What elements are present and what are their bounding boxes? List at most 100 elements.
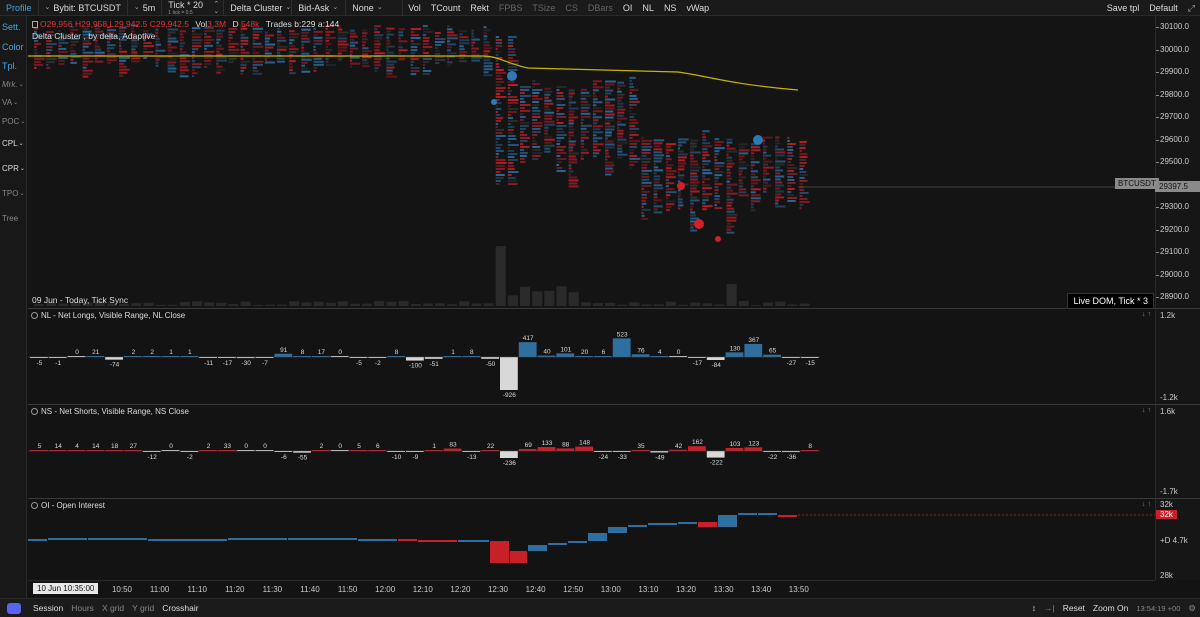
session-toggle[interactable]: Session (29, 603, 67, 613)
sidebar-item-tree[interactable]: Tree (2, 214, 18, 223)
time-tick-label: 12:40 (525, 585, 546, 594)
cluster-cell (605, 134, 612, 137)
toggle-ns[interactable]: NS (659, 0, 682, 16)
cluster-cell (179, 39, 184, 42)
price-axis[interactable]: 30100.0 30000.0 29900.0 29800.0 29700.0 29600… (1155, 16, 1200, 308)
cluster-cell (410, 31, 415, 34)
legend-toggle-icon[interactable] (32, 21, 38, 28)
cluster-cell (398, 58, 405, 61)
sidebar-item-settings[interactable]: Sett. (2, 22, 21, 32)
net-longs-pane[interactable]: -5 -1 0 21 -74 2 2 1 1 -11 -17 -30 -7 91 8 17 0 -5 -2 8 -100… (28, 308, 1155, 404)
y-grid-toggle[interactable]: Y grid (128, 603, 158, 613)
toggle-rekt[interactable]: Rekt (465, 0, 494, 16)
x-grid-toggle[interactable]: X grid (98, 603, 128, 613)
cluster-cell (592, 104, 597, 107)
histogram-value-label: 0 (677, 349, 681, 356)
vertical-resize-icon[interactable]: ↕ (1028, 603, 1040, 613)
cluster-cell (629, 85, 634, 88)
cluster-cell (191, 30, 195, 33)
fullscreen-icon[interactable]: ⤢ (1183, 0, 1200, 16)
cluster-cell (264, 52, 272, 55)
scroll-to-end-icon[interactable]: →| (1040, 603, 1059, 613)
toggle-tsize[interactable]: TSize (527, 0, 560, 16)
large-trade-marker[interactable] (491, 99, 497, 105)
hours-toggle[interactable]: Hours (67, 603, 98, 613)
settings-gear-icon[interactable]: ⚙ (1184, 603, 1200, 614)
sidebar-item-tpo[interactable]: TPO ⌄ (2, 189, 24, 198)
toggle-vwap[interactable]: vWap (681, 0, 714, 16)
cluster-cell (653, 172, 657, 175)
price-chart[interactable]: O29,956 H29,958 L29,942.5 C29,942.5 Vol3… (28, 16, 1155, 308)
large-trade-marker[interactable] (753, 135, 763, 145)
sidebar-item-template[interactable]: Tpl. (2, 61, 17, 71)
cluster-cell (592, 143, 604, 146)
toggle-dbars[interactable]: DBars (583, 0, 618, 16)
open-interest-pane[interactable]: OI - Open Interest ↓ ↑ (28, 498, 1155, 580)
timeframe-selector[interactable]: ⌄ 5m (128, 0, 163, 16)
large-trade-marker[interactable] (507, 71, 517, 81)
cluster-cell (763, 145, 768, 148)
cluster-cell (131, 48, 136, 51)
histogram-value-label: 0 (75, 349, 79, 356)
cluster-cell (677, 201, 683, 204)
cluster-cell (544, 150, 551, 153)
sidebar-item-cpr[interactable]: CPR ⌄ (2, 164, 25, 173)
cluster-cell (763, 157, 766, 160)
cluster-cell (605, 167, 614, 170)
sidebar-item-poc[interactable]: POC ⌄ (2, 117, 25, 126)
cluster-cell (763, 181, 768, 184)
profile-button[interactable]: Profile (0, 0, 39, 16)
gear-icon[interactable] (31, 502, 38, 509)
toggle-vol[interactable]: Vol (403, 0, 426, 16)
sidebar-item-va[interactable]: VA ⌄ (2, 98, 18, 107)
cluster-cell (167, 37, 177, 40)
cluster-cell (264, 43, 276, 46)
toggle-fpbs[interactable]: FPBS (494, 0, 528, 16)
large-trade-marker[interactable] (677, 182, 685, 190)
cluster-cell (787, 190, 792, 193)
save-template-button[interactable]: Save tpl (1102, 0, 1145, 16)
net-shorts-axis[interactable]: 1.6k -1.7k (1155, 404, 1200, 498)
gear-icon[interactable] (31, 408, 38, 415)
symbol-selector[interactable]: ⌄ Bybit: BTCUSDT (39, 0, 128, 16)
net-shorts-pane[interactable]: 5 14 4 14 18 27 -12 0 -2 2 33 0 0 -6 -55 2 0 5 6 -10 -9 1 83 -1… (28, 404, 1155, 498)
time-axis[interactable]: 10 Jun 10:35:00 10:50 11:00 11:10 11:20 11:3… (28, 580, 1155, 598)
discord-icon[interactable] (7, 602, 21, 614)
cluster-cell (677, 162, 687, 165)
pane-arrow-icon[interactable]: ↓ ↑ (1142, 311, 1151, 318)
toggle-cs[interactable]: CS (560, 0, 583, 16)
pane-arrow-icon[interactable]: ↓ ↑ (1142, 501, 1151, 508)
net-longs-axis[interactable]: 1.2k -1.2k (1155, 308, 1200, 404)
cluster-cell (763, 160, 773, 163)
cluster-type-selector[interactable]: Delta Cluster ⌄ (224, 0, 293, 16)
toggle-tcount[interactable]: TCount (426, 0, 466, 16)
crosshair-toggle[interactable]: Crosshair (158, 603, 202, 613)
open-interest-axis[interactable]: 32k 32k +D 4.7k 28k (1155, 498, 1200, 580)
large-trade-marker[interactable] (694, 219, 704, 229)
histogram-bar (274, 353, 293, 357)
filter-selector[interactable]: None ⌄ (346, 0, 404, 16)
cluster-cell (580, 103, 591, 106)
large-trade-marker[interactable] (715, 236, 721, 242)
stepper-icon[interactable]: ⌃ ⌄ (213, 1, 219, 15)
cluster-cell (702, 160, 711, 163)
pane-arrow-icon[interactable]: ↓ ↑ (1142, 407, 1151, 414)
cluster-cell (106, 53, 116, 56)
tick-size-selector[interactable]: Tick * 20 1 tick = 0.5 ⌃ ⌄ (162, 0, 225, 16)
reset-button[interactable]: Reset (1059, 603, 1089, 613)
cluster-cell (58, 44, 62, 47)
sidebar-item-markers[interactable]: Mrk. ⌄ (2, 80, 24, 89)
sidebar-item-color[interactable]: Color (2, 42, 24, 52)
gear-icon[interactable] (31, 312, 38, 319)
default-template-button[interactable]: Default (1144, 0, 1183, 16)
cluster-cell (507, 117, 513, 119)
toggle-oi[interactable]: OI (618, 0, 638, 16)
zoom-on-button[interactable]: Zoom On (1089, 603, 1132, 613)
live-dom-badge[interactable]: Live DOM, Tick * 3 (1067, 293, 1154, 308)
cluster-mode-selector[interactable]: Bid-Ask ⌄ (292, 0, 347, 16)
cluster-cell (629, 127, 640, 130)
sidebar-item-cpl[interactable]: CPL ⌄ (2, 139, 24, 148)
cluster-cell (447, 40, 451, 43)
cluster-cell (702, 148, 708, 151)
toggle-nl[interactable]: NL (637, 0, 659, 16)
